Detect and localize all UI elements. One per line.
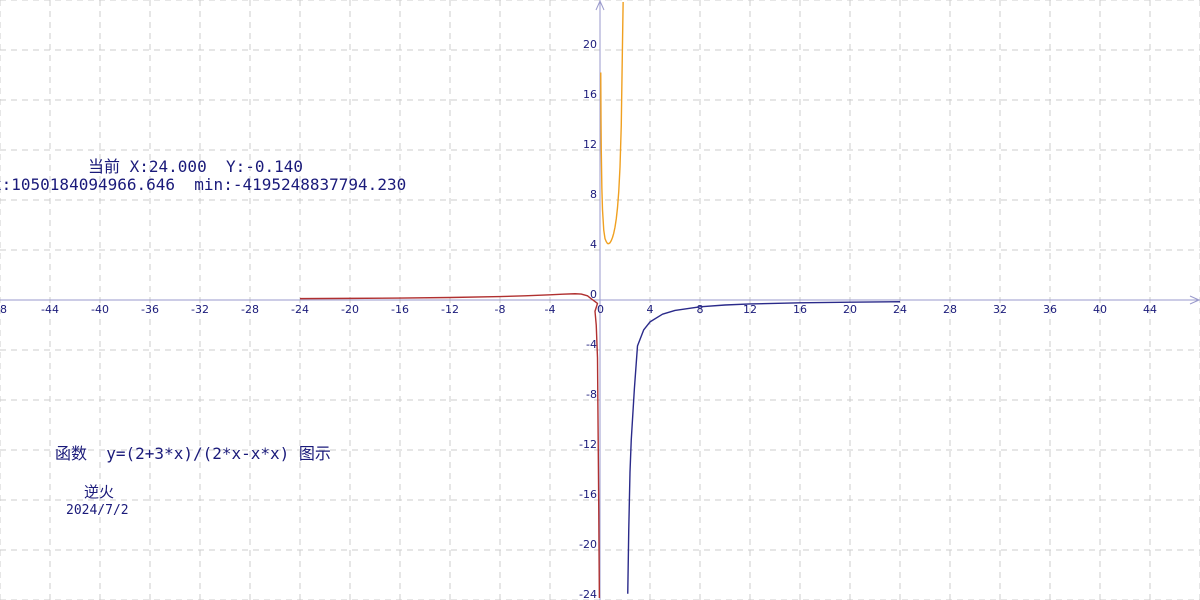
- y-tick-label: -20: [579, 538, 597, 551]
- function-title: 函数 y=(2+3*x)/(2*x-x*x) 图示: [55, 444, 331, 463]
- function-plot: 48-44-40-36-32-28-24-20-16-12-8-40481216…: [0, 0, 1200, 600]
- y-tick-label: -24: [579, 588, 597, 600]
- y-tick-label: -4: [586, 338, 597, 351]
- x-tick-label: 12: [743, 303, 757, 316]
- x-tick-label: -12: [441, 303, 459, 316]
- x-tick-label: 0: [597, 303, 604, 316]
- series-line-2: [600, 1, 624, 245]
- x-tick-label: -20: [341, 303, 359, 316]
- x-tick-label: 44: [1143, 303, 1157, 316]
- x-tick-label: 48: [0, 303, 7, 316]
- x-tick-label: 4: [647, 303, 654, 316]
- y-tick-label: 4: [590, 238, 597, 251]
- y-tick-label: 8: [590, 188, 597, 201]
- x-tick-label: 32: [993, 303, 1007, 316]
- x-tick-label: -24: [291, 303, 309, 316]
- x-tick-label: 16: [793, 303, 807, 316]
- x-tick-label: -4: [545, 303, 556, 316]
- x-tick-label: -44: [41, 303, 59, 316]
- x-tick-label: 40: [1093, 303, 1107, 316]
- y-tick-label: -12: [579, 438, 597, 451]
- range-readout: x:1050184094966.646 min:-4195248837794.2…: [0, 175, 407, 194]
- y-tick-label: 16: [583, 88, 597, 101]
- x-tick-label: -36: [141, 303, 159, 316]
- x-tick-label: 8: [697, 303, 704, 316]
- x-tick-label: -8: [495, 303, 506, 316]
- y-tick-label: -8: [586, 388, 597, 401]
- x-tick-label: 28: [943, 303, 957, 316]
- y-tick-label: 12: [583, 138, 597, 151]
- x-tick-label: 24: [893, 303, 907, 316]
- x-tick-label: -32: [191, 303, 209, 316]
- x-tick-label: 20: [843, 303, 857, 316]
- x-tick-label: -28: [241, 303, 259, 316]
- y-tick-label: 20: [583, 38, 597, 51]
- y-tick-labels: 201612840-4-8-12-16-20-24: [579, 38, 597, 600]
- date-label: 2024/7/2: [66, 503, 129, 518]
- y-tick-label: -16: [579, 488, 597, 501]
- axes: [0, 0, 1200, 600]
- author-label: 逆火: [84, 483, 115, 501]
- x-tick-labels: 48-44-40-36-32-28-24-20-16-12-8-40481216…: [0, 303, 1157, 316]
- x-tick-label: -16: [391, 303, 409, 316]
- x-tick-label: -40: [91, 303, 109, 316]
- coordinate-readout: 当前 X:24.000 Y:-0.140: [88, 157, 304, 176]
- x-tick-label: 36: [1043, 303, 1057, 316]
